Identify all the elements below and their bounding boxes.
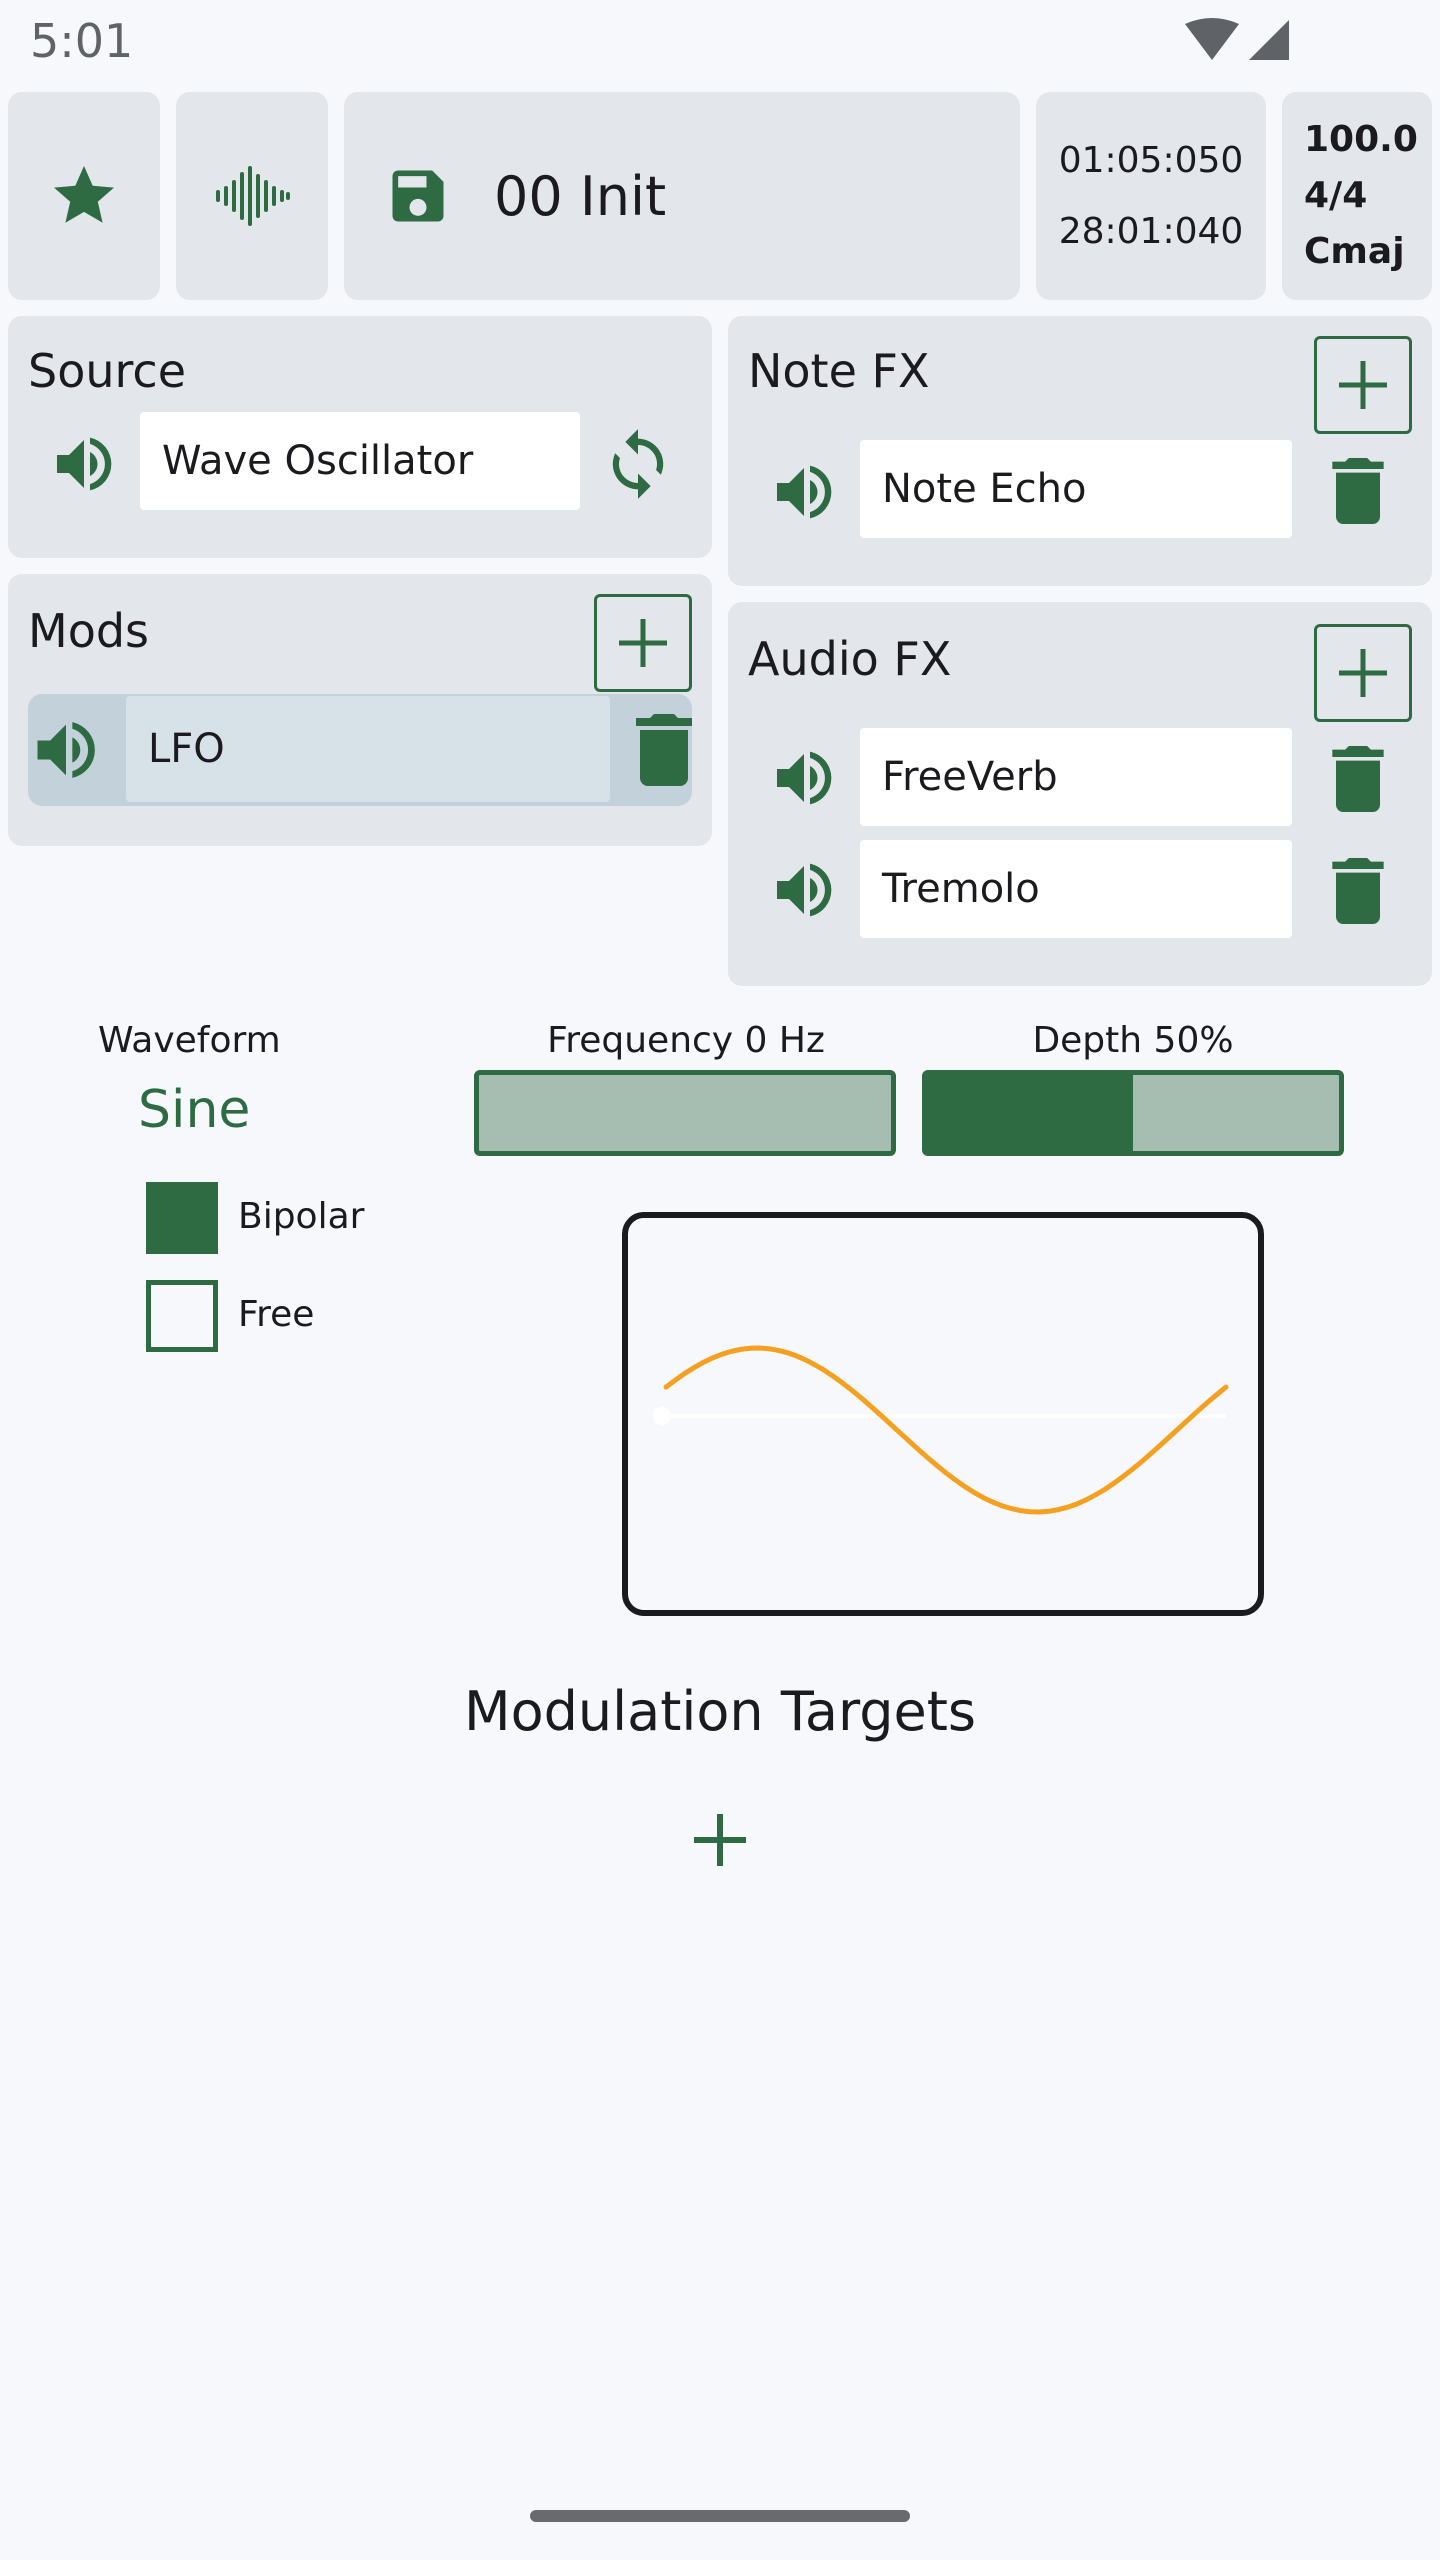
mods-panel: Mods LFO — [8, 574, 712, 846]
add-target-button[interactable] — [690, 1810, 750, 1870]
free-checkbox[interactable] — [146, 1280, 218, 1352]
speaker-icon[interactable] — [48, 428, 120, 500]
waveform-preview — [622, 1212, 1264, 1616]
speaker-icon[interactable] — [768, 854, 840, 926]
speaker-icon[interactable] — [768, 456, 840, 528]
mod-name-field[interactable]: LFO — [126, 696, 610, 802]
add-audio-fx-button[interactable] — [1314, 624, 1412, 722]
phase-marker — [653, 1407, 671, 1425]
frequency-slider[interactable] — [474, 1070, 896, 1156]
trash-icon[interactable] — [1332, 458, 1384, 524]
plus-icon — [694, 1814, 746, 1866]
audio-fx-title: Audio FX — [748, 632, 952, 686]
depth-slider[interactable] — [922, 1070, 1344, 1156]
sine-curve — [663, 1345, 1229, 1515]
signal-icon — [1249, 20, 1289, 60]
note-fx-panel: Note FX Note Echo — [728, 316, 1432, 586]
audio-wave-icon — [216, 166, 290, 226]
wifi-icon — [1185, 18, 1239, 60]
bipolar-label: Bipolar — [238, 1196, 365, 1237]
tempo: 100.0 — [1304, 119, 1418, 160]
audio-fx-name-field[interactable]: Tremolo — [860, 840, 1292, 938]
trash-icon[interactable] — [636, 714, 692, 786]
transport-time[interactable]: 01:05:050 28:01:040 — [1036, 92, 1266, 300]
mod-item-lfo[interactable]: LFO — [28, 694, 692, 806]
speaker-icon[interactable] — [28, 712, 104, 788]
home-indicator[interactable] — [530, 2510, 910, 2522]
meter: 4/4 — [1304, 175, 1368, 216]
audio-fx-name-field[interactable]: FreeVerb — [860, 728, 1292, 826]
audio-fx-panel: Audio FX FreeVerb Tremolo — [728, 602, 1432, 986]
speaker-icon[interactable] — [768, 742, 840, 814]
source-panel: Source Wave Oscillator — [8, 316, 712, 558]
source-name-field[interactable]: Wave Oscillator — [140, 412, 580, 510]
preset-name: 00 Init — [494, 164, 667, 228]
plus-icon — [1339, 361, 1387, 409]
time-position: 01:05:050 — [1058, 140, 1244, 181]
frequency-label: Frequency 0 Hz — [547, 1020, 825, 1061]
source-title: Source — [28, 344, 186, 398]
modulation-targets-title: Modulation Targets — [463, 1680, 977, 1743]
favorite-button[interactable] — [8, 92, 160, 300]
preset-button[interactable]: 00 Init — [344, 92, 1020, 300]
waveform-button[interactable] — [176, 92, 328, 300]
free-label: Free — [238, 1294, 315, 1335]
status-icons — [1185, 18, 1295, 64]
waveform-selector[interactable]: Sine — [138, 1080, 250, 1140]
plus-icon — [1339, 649, 1387, 697]
tempo-meter-key[interactable]: 100.0 4/4 Cmaj — [1282, 92, 1432, 300]
refresh-icon[interactable] — [598, 426, 678, 502]
save-icon — [392, 170, 444, 222]
bipolar-checkbox[interactable] — [146, 1182, 218, 1254]
waveform-label: Waveform — [98, 1020, 281, 1061]
trash-icon[interactable] — [1332, 746, 1384, 812]
depth-fill — [927, 1075, 1133, 1151]
star-icon — [54, 166, 114, 223]
plus-icon — [619, 619, 667, 667]
status-time: 5:01 — [30, 14, 134, 68]
trash-icon[interactable] — [1332, 858, 1384, 924]
mods-title: Mods — [28, 604, 149, 658]
key: Cmaj — [1304, 231, 1405, 272]
note-fx-name-field[interactable]: Note Echo — [860, 440, 1292, 538]
time-length: 28:01:040 — [1058, 211, 1244, 252]
note-fx-title: Note FX — [748, 344, 930, 398]
add-note-fx-button[interactable] — [1314, 336, 1412, 434]
add-mod-button[interactable] — [594, 594, 692, 692]
depth-label: Depth 50% — [1032, 1020, 1234, 1061]
